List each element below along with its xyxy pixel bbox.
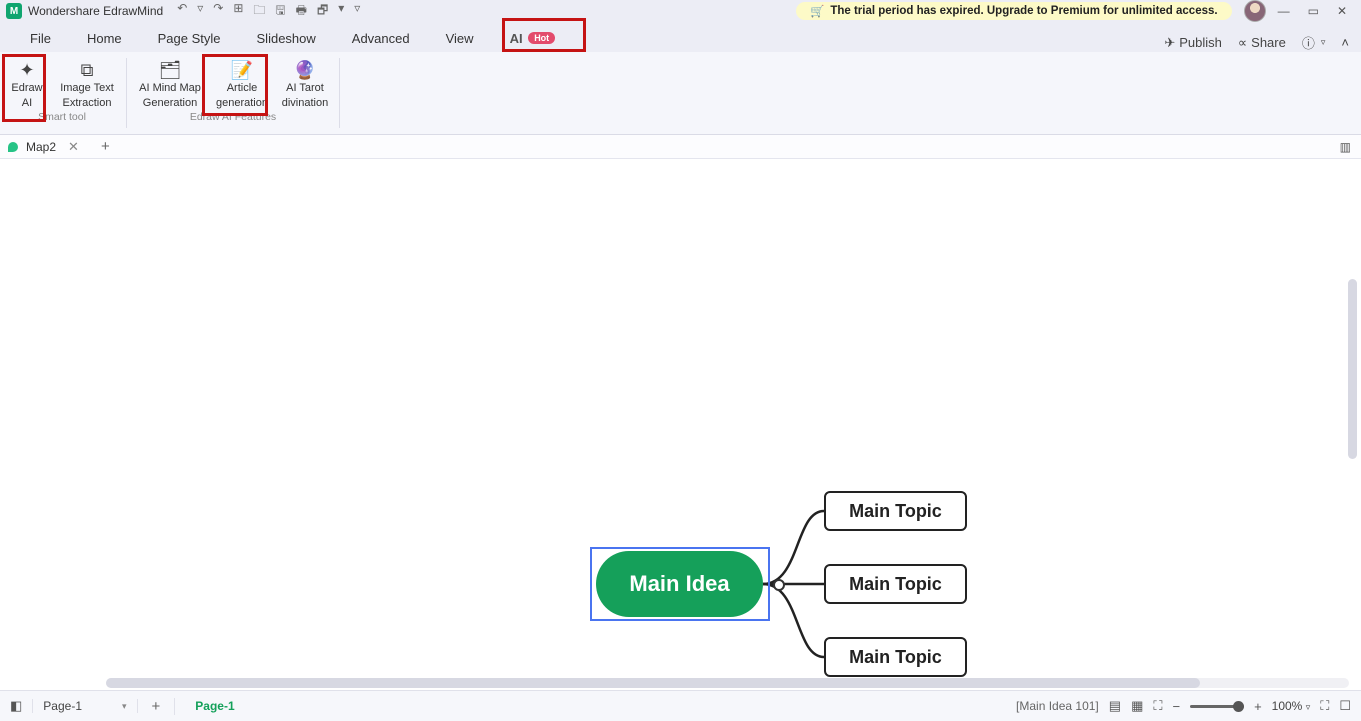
doc-tab-icon <box>8 142 18 152</box>
cart-icon: 🛒 <box>810 4 824 18</box>
node-main-topic-3[interactable]: Main Topic <box>824 637 967 677</box>
new-icon[interactable]: ⊞ <box>233 1 243 22</box>
ribbon-edraw-ai[interactable]: ✦ Edraw AI <box>2 54 52 109</box>
ribbon-group-ai-features: 🗂 AI Mind Map Generation 📝 Article gener… <box>129 52 337 134</box>
sidebar-icon: ◧ <box>10 698 22 714</box>
redo-icon[interactable]: ↷ <box>213 1 223 22</box>
document-tab-map2[interactable]: Map2 ✕ <box>4 139 93 155</box>
share-icon: ∝ <box>1238 35 1247 51</box>
horizontal-scrollbar-track[interactable] <box>106 678 1349 688</box>
ribbon-group-label-ai-features: Edraw AI Features <box>190 111 276 123</box>
quick-access-toolbar: ↶ ▿ ↷ ⊞ 🗀 🖫 🖶 🗗 ▾ ▿ <box>177 1 360 22</box>
menu-bar: File Home Page Style Slideshow Advanced … <box>0 22 1361 52</box>
expand-collapse-handle[interactable] <box>773 579 785 591</box>
print-icon[interactable]: 🖶 <box>296 1 307 22</box>
node-main-topic-1[interactable]: Main Topic <box>824 491 967 531</box>
active-page-tab[interactable]: Page-1 <box>175 699 254 713</box>
document-tab-strip: Map2 ✕ + ▥ <box>0 135 1361 159</box>
close-tab-icon[interactable]: ✕ <box>64 139 83 155</box>
hot-badge: Hot <box>528 32 555 44</box>
ai-tarot-icon: 🔮 <box>293 60 317 80</box>
fullscreen-icon[interactable]: ⛶ <box>1320 698 1329 714</box>
horizontal-scrollbar-thumb[interactable] <box>106 678 1200 688</box>
ribbon-group-smart-tool: ✦ Edraw AI ⧉ Image Text Extraction Smart… <box>0 52 124 134</box>
ribbon-article-generation[interactable]: 📝 Article generation <box>209 54 275 109</box>
outline-view-icon[interactable]: ▤ <box>1109 698 1121 714</box>
menu-home[interactable]: Home <box>69 25 140 52</box>
doc-tab-label: Map2 <box>26 140 56 154</box>
trial-banner[interactable]: 🛒 The trial period has expired. Upgrade … <box>796 2 1232 20</box>
zoom-level[interactable]: 100% ▿ <box>1272 699 1311 713</box>
undo-icon[interactable]: ↶ <box>177 1 187 22</box>
help-button[interactable]: ⓘ▿ <box>1302 33 1326 52</box>
page-selector[interactable]: Page-1 ▾ <box>32 699 137 713</box>
zoom-in-button[interactable]: + <box>1254 699 1262 714</box>
ribbon-group-label-smart-tool: Smart tool <box>38 111 86 123</box>
node-main-idea[interactable]: Main Idea <box>596 551 763 617</box>
menu-view[interactable]: View <box>428 25 492 52</box>
article-generation-icon: 📝 <box>230 60 254 80</box>
add-page-button[interactable]: + <box>138 698 176 715</box>
minimize-button[interactable]: — <box>1278 4 1290 18</box>
page-view-icon[interactable]: ▦ <box>1131 698 1143 714</box>
menu-ai-label: AI <box>510 31 523 46</box>
user-avatar[interactable] <box>1244 0 1266 22</box>
open-icon[interactable]: 🗀 <box>253 1 265 22</box>
title-bar: M Wondershare EdrawMind ↶ ▿ ↷ ⊞ 🗀 🖫 🖶 🗗 … <box>0 0 1361 22</box>
zoom-slider-thumb[interactable] <box>1233 701 1244 712</box>
vertical-scrollbar[interactable] <box>1348 279 1357 459</box>
fit-page-icon[interactable]: ⛶ <box>1153 698 1162 714</box>
zoom-out-button[interactable]: − <box>1172 699 1180 714</box>
edraw-ai-icon: ✦ <box>15 60 39 80</box>
undo-drop-icon[interactable]: ▿ <box>197 1 203 22</box>
close-button[interactable]: ✕ <box>1337 4 1347 18</box>
menu-file[interactable]: File <box>12 25 69 52</box>
add-tab-button[interactable]: + <box>93 138 118 155</box>
app-title: Wondershare EdrawMind <box>28 4 163 18</box>
minimize-panel-icon[interactable]: ☐ <box>1339 698 1351 714</box>
ribbon: ✦ Edraw AI ⧉ Image Text Extraction Smart… <box>0 52 1361 135</box>
maximize-button[interactable]: ▭ <box>1308 4 1319 18</box>
ribbon-ai-tarot-divination[interactable]: 🔮 AI Tarot divination <box>275 54 335 109</box>
status-bar: ◧ Page-1 ▾ + Page-1 [Main Idea 101] ▤ ▦ … <box>0 690 1361 721</box>
zoom-slider[interactable] <box>1190 705 1244 708</box>
publish-button[interactable]: ✈Publish <box>1164 35 1222 51</box>
ribbon-ai-mind-map-generation[interactable]: 🗂 AI Mind Map Generation <box>131 54 209 109</box>
qat-overflow-icon[interactable]: ▿ <box>354 1 360 22</box>
trial-banner-text: The trial period has expired. Upgrade to… <box>830 5 1217 17</box>
collapse-ribbon-button[interactable]: ˄ <box>1341 35 1349 50</box>
menu-slideshow[interactable]: Slideshow <box>239 25 334 52</box>
ribbon-image-text-extraction[interactable]: ⧉ Image Text Extraction <box>52 54 122 109</box>
share-button[interactable]: ∝Share <box>1238 35 1286 51</box>
sidebar-toggle[interactable]: ◧ <box>0 698 32 714</box>
ai-mind-map-icon: 🗂 <box>158 60 182 80</box>
menu-advanced[interactable]: Advanced <box>334 25 428 52</box>
mindmap-canvas[interactable]: Main Idea Main Topic Main Topic Main Top… <box>0 159 1361 690</box>
panel-toggle-button[interactable]: ▥ <box>1340 140 1361 154</box>
app-logo: M <box>6 3 22 19</box>
export-drop-icon[interactable]: ▾ <box>338 1 344 22</box>
publish-icon: ✈ <box>1164 35 1175 51</box>
export-icon[interactable]: 🗗 <box>317 1 328 22</box>
node-main-topic-2[interactable]: Main Topic <box>824 564 967 604</box>
page-selector-label: Page-1 <box>43 699 82 713</box>
image-text-extraction-icon: ⧉ <box>75 60 99 80</box>
menu-page-style[interactable]: Page Style <box>140 25 239 52</box>
selection-info: [Main Idea 101] <box>1016 699 1099 713</box>
menu-ai[interactable]: AI Hot <box>492 25 574 52</box>
save-icon[interactable]: 🖫 <box>275 1 285 22</box>
page-selector-caret-icon: ▾ <box>122 701 127 712</box>
